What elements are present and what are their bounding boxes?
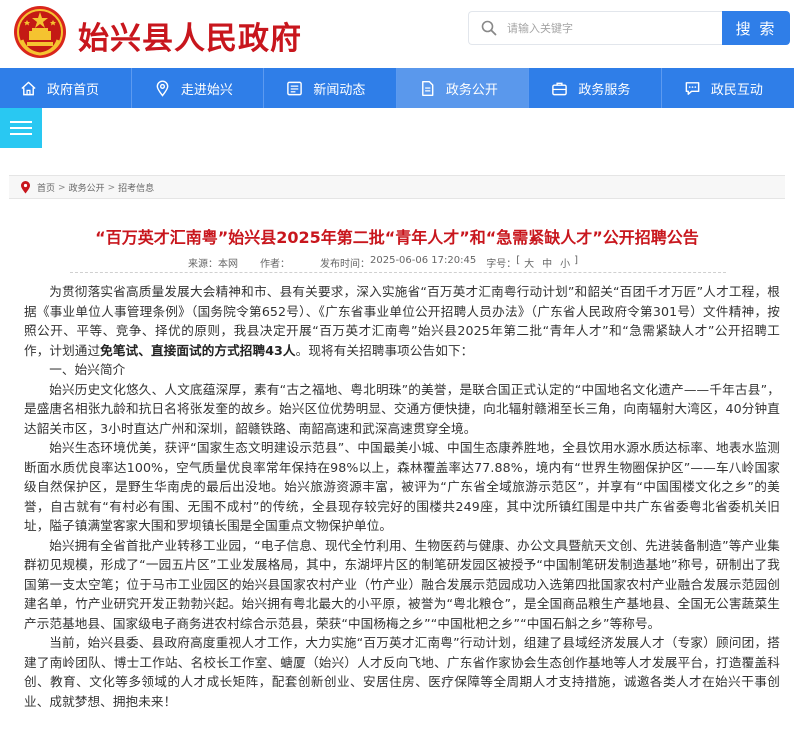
section-heading: 一、始兴简介	[49, 362, 126, 377]
location-icon	[156, 80, 169, 97]
briefcase-icon	[552, 82, 568, 95]
home-icon	[21, 81, 36, 95]
site-header: 始兴县人民政府 搜 索	[0, 0, 794, 66]
nav-item-services[interactable]: 政务服务	[529, 68, 662, 108]
nav-label-interaction: 政民互动	[710, 82, 763, 98]
search-input[interactable]	[507, 21, 697, 35]
nav-item-about[interactable]: 走进始兴	[132, 68, 265, 108]
font-size-small[interactable]: 小	[560, 255, 570, 270]
article-title: “百万英才汇南粤”始兴县2025年第二批“青年人才”和“急需紧缺人才”公开招聘公…	[95, 228, 699, 247]
nav-label-services: 政务服务	[578, 82, 631, 98]
nav-label-news: 新闻动态	[313, 82, 366, 98]
site-title[interactable]: 始兴县人民政府	[78, 13, 302, 58]
nav-label-home: 政府首页	[47, 82, 100, 98]
font-size-medium[interactable]: 中	[542, 255, 552, 270]
article-body: 为贯彻落实省高质量发展大会精神和市、县有关要求，深入实施省“百万英才汇南粤行动计…	[24, 282, 780, 711]
paragraph-ecology: 始兴生态环境优美，获评“国家生态文明建设示范县”、中国最美小城、中国生态康养胜地…	[24, 440, 780, 533]
nav-item-news[interactable]: 新闻动态	[264, 68, 397, 108]
font-size-large[interactable]: 大	[524, 255, 534, 270]
date-label: 发布时间：	[320, 259, 370, 270]
main-nav: 政府首页 走进始兴 新闻动态 政务公开 政务服务 政民互动	[0, 68, 794, 108]
font-size-label: 字号：	[486, 259, 517, 270]
paragraph-talent: 当前，始兴县委、县政府高度重视人才工作，大力实施“百万英才汇南粤”行动计划，组建…	[24, 635, 780, 709]
font-size-bracket-open: [	[516, 255, 521, 266]
news-icon	[287, 81, 303, 95]
hamburger-icon	[10, 121, 32, 135]
nav-item-interaction[interactable]: 政民互动	[662, 68, 794, 108]
location-pin-icon	[21, 181, 30, 194]
breadcrumb: 首页 > 政务公开 > 招考信息	[20, 181, 154, 194]
meta-divider	[70, 272, 726, 273]
breadcrumb-home[interactable]: 首页	[37, 181, 55, 194]
document-icon	[421, 80, 434, 96]
paragraph-industry: 始兴拥有全省首批产业转移工业园，“电子信息、现代全竹利用、生物医药与健康、办公文…	[24, 537, 780, 631]
national-emblem-icon[interactable]	[12, 4, 68, 60]
breadcrumb-separator: >	[107, 182, 116, 193]
chat-icon	[685, 81, 700, 95]
nav-item-home[interactable]: 政府首页	[0, 68, 132, 108]
intro-paragraph: 为贯彻落实省高质量发展大会精神和市、县有关要求，深入实施省“百万英才汇南粤行动计…	[24, 282, 780, 360]
source-value: 本网	[218, 259, 238, 270]
search-icon	[481, 20, 497, 36]
author-label: 作者：	[260, 259, 290, 270]
nav-label-about: 走进始兴	[180, 82, 233, 98]
intro-text-bold: 免笔试、直接面试的方式招聘43人	[100, 342, 296, 358]
article-meta: 来源： 本网 作者： 发布时间： 2025-06-06 17:20:45 字号：…	[188, 255, 578, 270]
font-size-bracket-close: ]	[574, 255, 579, 266]
paragraph-history: 始兴历史文化悠久、人文底蕴深厚，素有“古之福地、粤北明珠”的美誉，是联合国正式认…	[24, 381, 780, 436]
breadcrumb-separator: >	[58, 182, 66, 193]
intro-text-b: 。现将有关招聘事项公告如下：	[295, 342, 474, 358]
publish-date: 2025-06-06 17:20:45	[370, 255, 477, 266]
search-button[interactable]: 搜 索	[722, 11, 790, 45]
search-box	[468, 11, 722, 45]
source-label: 来源：	[188, 259, 218, 270]
breadcrumb-recruitment[interactable]: 招考信息	[118, 181, 154, 194]
nav-item-gov-info[interactable]: 政务公开	[396, 68, 530, 108]
nav-label-gov-info: 政务公开	[445, 82, 498, 98]
breadcrumb-gov-info[interactable]: 政务公开	[69, 181, 105, 194]
menu-button[interactable]	[0, 108, 42, 148]
